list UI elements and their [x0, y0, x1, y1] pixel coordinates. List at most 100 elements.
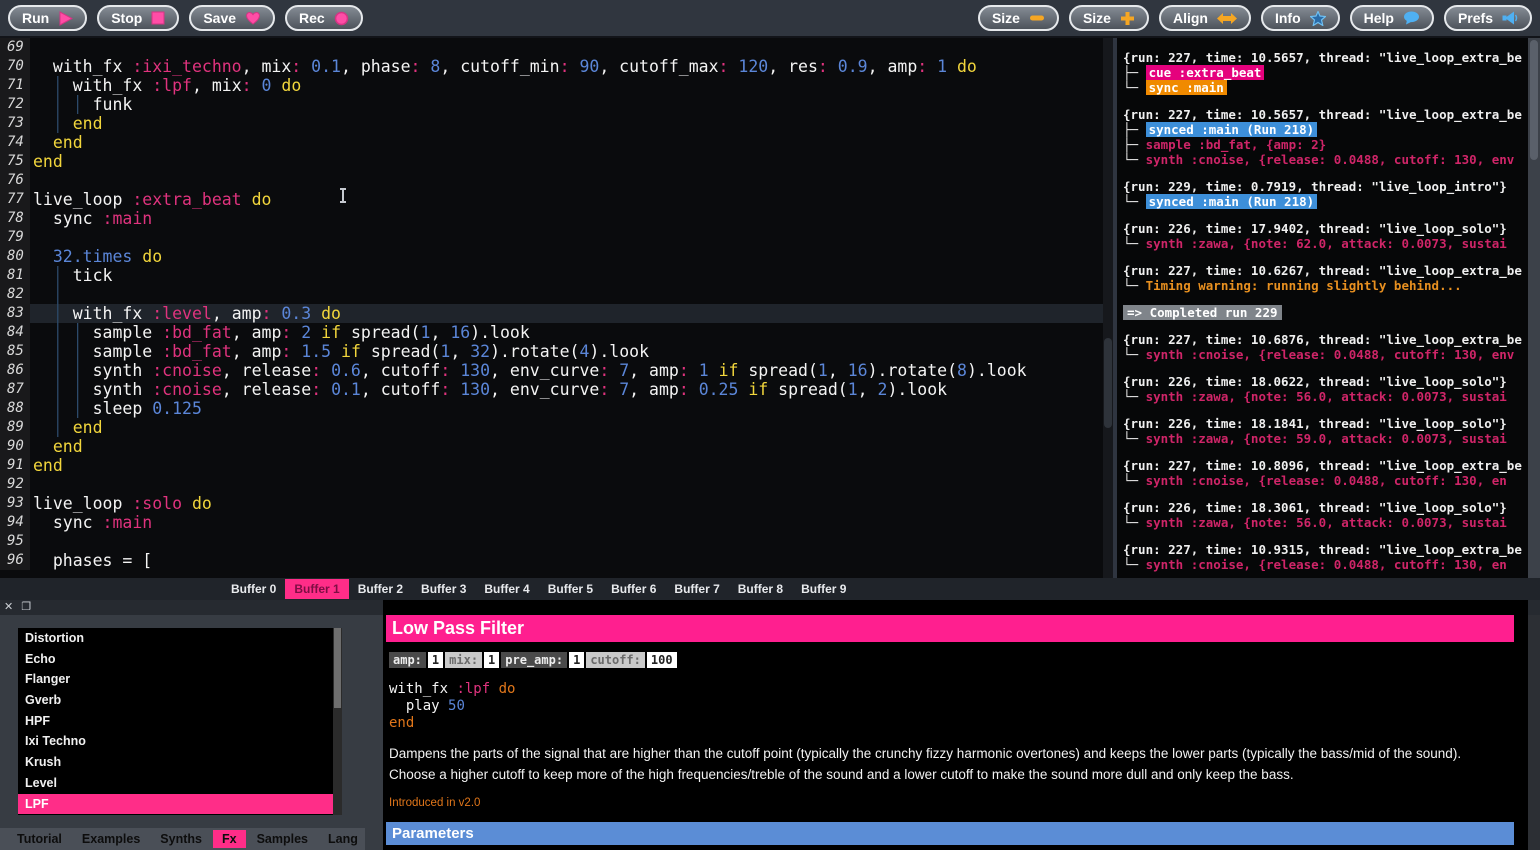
line-number: 95 — [0, 532, 30, 551]
buffer-tab-6[interactable]: Buffer 6 — [602, 579, 665, 599]
code-token: :ixi_techno — [132, 57, 241, 76]
log-scrollbar-thumb[interactable] — [1530, 40, 1538, 160]
stop-button[interactable]: Stop — [97, 5, 179, 31]
toolbar-left-group: Run Stop Save Rec — [8, 5, 363, 31]
code-token — [33, 247, 53, 266]
code-token: : — [440, 380, 450, 399]
help-content[interactable]: Low Pass Filter amp:1mix:1pre_amp:1cutof… — [383, 600, 1528, 850]
fx-list-scrollbar[interactable] — [333, 628, 342, 815]
param-chip-label: pre_amp: — [501, 652, 567, 668]
fx-list-item-distortion[interactable]: Distortion — [18, 628, 342, 649]
code-line[interactable]: 96 phases = [ — [0, 551, 1113, 570]
line-number: 86 — [0, 361, 30, 380]
buffer-tab-0[interactable]: Buffer 0 — [222, 579, 285, 599]
fx-list-item-krush[interactable]: Krush — [18, 752, 342, 773]
editor-scrollbar[interactable] — [1103, 38, 1113, 578]
rec-button[interactable]: Rec — [285, 5, 363, 31]
code-token: , release — [222, 361, 311, 380]
code-line[interactable]: 95 — [0, 532, 1113, 551]
size-increase-button[interactable]: Size — [1069, 5, 1149, 31]
code-line[interactable]: 82 │ — [0, 285, 1113, 304]
code-line[interactable]: 92 — [0, 475, 1113, 494]
code-line[interactable]: 87 │ │ synth :cnoise, release: 0.1, cuto… — [0, 380, 1113, 399]
code-line-text: │ end — [30, 114, 1113, 133]
code-line[interactable]: 90 end — [0, 437, 1113, 456]
code-line[interactable]: 70 with_fx :ixi_techno, mix: 0.1, phase:… — [0, 57, 1113, 76]
code-line[interactable]: 77live_loop :extra_beat do — [0, 190, 1113, 209]
code-token: do — [192, 494, 212, 513]
code-token: sleep — [83, 399, 153, 418]
doc-tab-examples[interactable]: Examples — [73, 830, 149, 848]
code-line[interactable]: 71 │ with_fx :lpf, mix: 0 do — [0, 76, 1113, 95]
buffer-tab-1[interactable]: Buffer 1 — [285, 579, 348, 599]
code-token — [63, 323, 73, 342]
code-token — [709, 361, 719, 380]
code-token: sync — [33, 209, 103, 228]
log-entry: {run: 227, time: 10.8096, thread: "live_… — [1123, 458, 1528, 488]
fx-list-item-level[interactable]: Level — [18, 773, 342, 794]
size-decrease-button[interactable]: Size — [978, 5, 1059, 31]
log-scrollbar[interactable] — [1528, 38, 1540, 578]
align-button[interactable]: Align — [1159, 5, 1251, 31]
code-line[interactable]: 93live_loop :solo do — [0, 494, 1113, 513]
fx-list[interactable]: DistortionEchoFlangerGverbHPFIxi TechnoK… — [18, 628, 342, 815]
code-line[interactable]: 80 32.times do — [0, 247, 1113, 266]
code-line[interactable]: 91end — [0, 456, 1113, 475]
code-line[interactable]: 74 end — [0, 133, 1113, 152]
fx-list-scrollbar-thumb[interactable] — [334, 628, 341, 708]
line-number: 82 — [0, 285, 30, 304]
code-line[interactable]: 79 — [0, 228, 1113, 247]
fx-list-item-echo[interactable]: Echo — [18, 649, 342, 670]
code-line[interactable]: 85 │ │ sample :bd_fat, amp: 1.5 if sprea… — [0, 342, 1113, 361]
code-token — [271, 76, 281, 95]
code-line[interactable]: 76 — [0, 171, 1113, 190]
run-button[interactable]: Run — [8, 5, 87, 31]
log-panel[interactable]: {run: 227, time: 10.5657, thread: "live_… — [1117, 38, 1528, 578]
doc-tab-synths[interactable]: Synths — [151, 830, 211, 848]
code-line[interactable]: 69 — [0, 38, 1113, 57]
close-icon[interactable]: ✕ — [4, 600, 13, 615]
code-line[interactable]: 94 sync :main — [0, 513, 1113, 532]
help-button[interactable]: Help — [1350, 5, 1434, 31]
buffer-tab-3[interactable]: Buffer 3 — [412, 579, 475, 599]
code-line[interactable]: 83 │ with_fx :level, amp: 0.3 do — [0, 304, 1113, 323]
doc-tab-samples[interactable]: Samples — [248, 830, 317, 848]
code-token: │ — [53, 323, 63, 342]
code-line[interactable]: 84 │ │ sample :bd_fat, amp: 2 if spread(… — [0, 323, 1113, 342]
code-token — [927, 57, 937, 76]
doc-tab-fx[interactable]: Fx — [213, 830, 246, 848]
save-button[interactable]: Save — [189, 5, 275, 31]
buffer-tab-5[interactable]: Buffer 5 — [539, 579, 602, 599]
code-line[interactable]: 89 │ end — [0, 418, 1113, 437]
buffer-tab-9[interactable]: Buffer 9 — [792, 579, 855, 599]
code-line[interactable]: 73 │ end — [0, 114, 1113, 133]
fx-list-item-hpf[interactable]: HPF — [18, 711, 342, 732]
code-line[interactable]: 75end — [0, 152, 1113, 171]
info-button[interactable]: Info — [1261, 5, 1340, 31]
code-editor[interactable]: 6970 with_fx :ixi_techno, mix: 0.1, phas… — [0, 38, 1113, 578]
code-line[interactable]: 78 sync :main — [0, 209, 1113, 228]
fx-list-item-lpf[interactable]: LPF — [18, 794, 342, 815]
prefs-button[interactable]: Prefs — [1444, 5, 1532, 31]
buffer-tab-8[interactable]: Buffer 8 — [729, 579, 792, 599]
buffer-tab-7[interactable]: Buffer 7 — [665, 579, 728, 599]
code-line-text: │ │ synth :cnoise, release: 0.1, cutoff:… — [30, 380, 1113, 399]
code-line[interactable]: 86 │ │ synth :cnoise, release: 0.6, cuto… — [0, 361, 1113, 380]
detach-icon[interactable]: ❐ — [21, 600, 31, 615]
doc-tab-tutorial[interactable]: Tutorial — [8, 830, 71, 848]
fx-list-item-ixi-techno[interactable]: Ixi Techno — [18, 731, 342, 752]
doc-param-chips: amp:1mix:1pre_amp:1cutoff:100 — [389, 652, 1514, 668]
fx-list-item-gverb[interactable]: Gverb — [18, 690, 342, 711]
doc-tab-lang[interactable]: Lang — [319, 830, 367, 848]
help-scrollbar[interactable] — [1528, 615, 1540, 850]
code-token: ).rotate( — [868, 361, 957, 380]
fx-list-item-flanger[interactable]: Flanger — [18, 669, 342, 690]
code-token — [311, 323, 321, 342]
code-token: 8 — [430, 57, 440, 76]
buffer-tab-4[interactable]: Buffer 4 — [475, 579, 538, 599]
code-line[interactable]: 88 │ │ sleep 0.125 — [0, 399, 1113, 418]
buffer-tab-2[interactable]: Buffer 2 — [349, 579, 412, 599]
code-line[interactable]: 72 │ │ funk — [0, 95, 1113, 114]
code-line[interactable]: 81 │ tick — [0, 266, 1113, 285]
editor-scrollbar-thumb[interactable] — [1104, 338, 1112, 428]
